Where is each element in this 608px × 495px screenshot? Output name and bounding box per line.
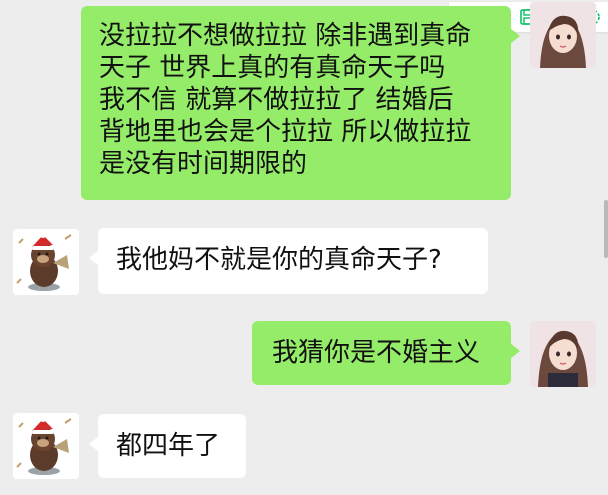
message-line: 天子 世界上真的有真命天子吗 bbox=[99, 53, 446, 83]
message-line: 我不信 就算不做拉拉了 结婚后 bbox=[99, 85, 454, 115]
message-bubble-other[interactable]: 我他妈不就是你的真命天子? bbox=[89, 228, 488, 294]
message-bubble-other[interactable]: 都四年了 bbox=[89, 414, 246, 478]
message-text: 我他妈不就是你的真命天子? bbox=[116, 245, 442, 275]
message-line: 没拉拉不想做拉拉 除非遇到真命 bbox=[99, 21, 472, 51]
avatar-self[interactable] bbox=[530, 321, 596, 387]
message-text: 都四年了 bbox=[116, 431, 221, 461]
message-line: 背地里也会是个拉拉 所以做拉拉 bbox=[99, 117, 472, 147]
message-text: 我猜你是不婚主义 bbox=[272, 338, 481, 368]
avatar-self[interactable] bbox=[530, 2, 596, 68]
avatar-other[interactable] bbox=[13, 229, 79, 295]
avatar-other[interactable] bbox=[13, 413, 79, 479]
scrollbar[interactable] bbox=[604, 200, 608, 258]
message-line: 是没有时间期限的 bbox=[99, 149, 308, 179]
chat-window: 没拉拉不想做拉拉 除非遇到真命 天子 世界上真的有真命天子吗 我不信 就算不做拉… bbox=[0, 0, 608, 495]
message-bubble-self[interactable]: 我猜你是不婚主义 bbox=[252, 321, 520, 385]
message-bubble-self[interactable]: 没拉拉不想做拉拉 除非遇到真命 天子 世界上真的有真命天子吗 我不信 就算不做拉… bbox=[81, 6, 520, 200]
